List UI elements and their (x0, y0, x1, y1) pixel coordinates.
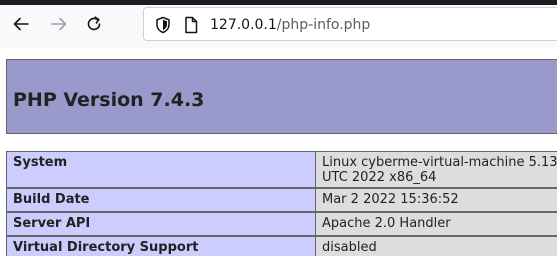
window-top-strip (0, 0, 557, 5)
row-value: Linux cyberme-virtual-machine 5.13.0- UT… (316, 151, 557, 188)
value-line: UTC 2022 x86_64 (322, 170, 437, 185)
value-line: Apache 2.0 Handler (322, 216, 451, 231)
table-row: Server API Apache 2.0 Handler (6, 212, 557, 236)
row-key: Build Date (6, 188, 316, 212)
arrow-right-icon (51, 17, 67, 31)
row-value: disabled (316, 236, 557, 256)
shield-icon[interactable] (155, 16, 171, 34)
url-path: /php-info.php (276, 17, 371, 33)
browser-toolbar: 127.0.0.1/php-info.php (0, 0, 557, 48)
reload-button[interactable] (83, 13, 105, 35)
row-key: System (6, 151, 316, 188)
page-title: PHP Version 7.4.3 (13, 89, 205, 111)
arrow-left-icon (13, 17, 29, 31)
url-host: 127.0.0.1 (210, 17, 277, 33)
row-value: Apache 2.0 Handler (316, 212, 557, 236)
reload-icon (87, 16, 101, 31)
forward-button[interactable] (48, 13, 70, 35)
page-content: PHP Version 7.4.3 System Linux cyberme-v… (0, 48, 557, 256)
table-row: System Linux cyberme-virtual-machine 5.1… (6, 151, 557, 188)
value-line: Linux cyberme-virtual-machine 5.13.0- (322, 155, 557, 170)
table-row: Build Date Mar 2 2022 15:36:52 (6, 188, 557, 212)
php-version-header: PHP Version 7.4.3 (6, 59, 557, 134)
value-line: Mar 2 2022 15:36:52 (322, 192, 459, 207)
row-key: Server API (6, 212, 316, 236)
row-key: Virtual Directory Support (6, 236, 316, 256)
back-button[interactable] (10, 13, 32, 35)
value-line: disabled (322, 240, 377, 255)
url-text[interactable]: 127.0.0.1/php-info.php (210, 16, 370, 34)
row-value: Mar 2 2022 15:36:52 (316, 188, 557, 212)
address-bar[interactable]: 127.0.0.1/php-info.php (143, 7, 557, 41)
table-row: Virtual Directory Support disabled (6, 236, 557, 256)
page-icon[interactable] (184, 16, 198, 34)
